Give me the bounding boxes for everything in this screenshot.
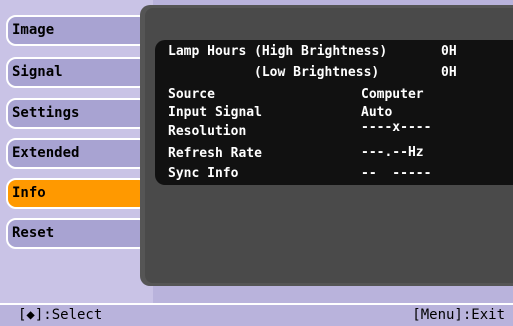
- select-hint: [◆]:Select: [18, 307, 103, 323]
- refresh-rate-label: Refresh Rate: [168, 146, 262, 161]
- menu-item-image[interactable]: Image: [6, 15, 149, 46]
- menu-item-info[interactable]: Info: [6, 178, 149, 209]
- input-signal-value: Auto: [361, 105, 393, 120]
- lamp-hours-high-value: 0H: [441, 44, 457, 59]
- lamp-hours-low-value: 0H: [441, 65, 457, 80]
- lamp-hours-high-label: Lamp Hours (High Brightness): [168, 44, 388, 59]
- refresh-rate-value: ---.--Hz: [361, 145, 424, 160]
- input-signal-label: Input Signal: [168, 105, 262, 120]
- resolution-label: Resolution: [168, 124, 247, 139]
- projector-menu: Image Signal Settings Extended Info Rese…: [0, 0, 513, 326]
- status-bar: [◆]:Select [Menu]:Exit: [0, 305, 513, 326]
- menu-item-extended[interactable]: Extended: [6, 138, 149, 169]
- lamp-hours-low-label: (Low Brightness): [254, 65, 380, 80]
- source-label: Source: [168, 87, 215, 102]
- resolution-value: ----x----: [361, 120, 432, 135]
- sync-info-label: Sync Info: [168, 166, 239, 181]
- sync-info-value: -- -----: [361, 166, 432, 181]
- exit-hint: [Menu]:Exit: [412, 307, 505, 323]
- menu-item-reset[interactable]: Reset: [6, 218, 149, 249]
- menu-item-settings[interactable]: Settings: [6, 98, 149, 129]
- source-value: Computer: [361, 87, 424, 102]
- menu-item-signal[interactable]: Signal: [6, 57, 149, 88]
